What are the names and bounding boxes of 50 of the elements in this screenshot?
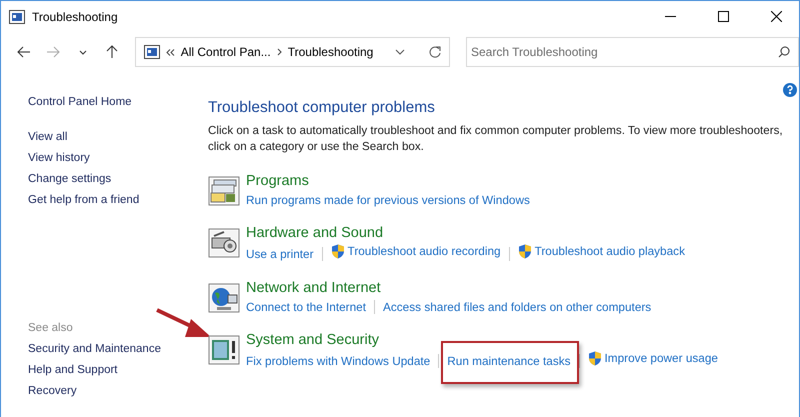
sidebar-link[interactable]: View history xyxy=(28,148,90,169)
sidebar-link[interactable]: Control Panel Home xyxy=(28,92,132,113)
see-also-link[interactable]: Recovery xyxy=(28,381,77,402)
dropdown-icon[interactable] xyxy=(78,50,87,54)
control-panel-icon xyxy=(9,10,25,24)
task-link[interactable]: Connect to the Internet xyxy=(246,299,366,316)
category-link[interactable]: Network and Internet xyxy=(246,280,381,296)
refresh-icon[interactable] xyxy=(428,46,441,58)
window-title: Troubleshooting xyxy=(32,10,119,24)
maximize-icon[interactable] xyxy=(718,11,728,22)
speaker-printer-icon xyxy=(208,228,240,258)
breadcrumb-item[interactable]: All Control Pan... xyxy=(180,45,271,59)
category-link[interactable]: Programs xyxy=(246,173,309,189)
sidebar-link[interactable]: Change settings xyxy=(28,169,112,190)
breadcrumb-item[interactable]: Troubleshooting xyxy=(288,45,374,59)
page-heading: Troubleshoot computer problems xyxy=(208,99,436,117)
globe-network-icon xyxy=(208,283,240,313)
system-icon xyxy=(208,335,240,365)
task-link[interactable]: Troubleshoot audio recording xyxy=(330,243,501,260)
close-icon[interactable] xyxy=(770,11,782,22)
back-arrow-icon[interactable] xyxy=(16,46,31,58)
minimize-icon[interactable] xyxy=(664,16,676,17)
search-icon[interactable] xyxy=(778,46,790,58)
programs-icon xyxy=(208,176,240,206)
shield-icon xyxy=(518,244,532,259)
page-description: Click on a task to automatically troubleshoot and fix common computer problems. To view more troubleshooters, click on a category or use the Search box. xyxy=(208,123,784,155)
category-link[interactable]: System and Security xyxy=(246,332,379,348)
help-icon[interactable] xyxy=(783,83,797,97)
shield-icon xyxy=(588,351,602,366)
sidebar-link[interactable]: View all xyxy=(28,127,68,148)
address-bar[interactable]: All Control Pan... Troubleshooting xyxy=(134,37,450,67)
see-also-heading: See also xyxy=(28,321,73,336)
see-also-link[interactable]: Help and Support xyxy=(28,360,118,381)
see-also-link[interactable]: Security and Maintenance xyxy=(28,339,161,360)
separator-icon xyxy=(276,48,282,56)
address-icon xyxy=(144,45,160,59)
task-link[interactable]: Access shared files and folders on other computers xyxy=(383,299,652,316)
dropdown-icon[interactable] xyxy=(394,49,405,55)
shield-icon xyxy=(330,244,345,259)
task-link[interactable]: Use a printer xyxy=(246,246,314,262)
task-link[interactable]: Improve power usage xyxy=(588,350,718,367)
up-arrow-icon[interactable] xyxy=(106,45,118,59)
chevron-icon xyxy=(166,48,175,56)
category-link[interactable]: Hardware and Sound xyxy=(246,225,384,241)
task-link[interactable]: Troubleshoot audio playback xyxy=(518,243,685,260)
task-link[interactable]: Fix problems with Windows Update xyxy=(246,352,430,370)
search-field[interactable]: Search Troubleshooting xyxy=(466,37,799,67)
sidebar-link[interactable]: Get help from a friend xyxy=(28,190,140,211)
task-link[interactable]: Run programs made for previous versions of Windows xyxy=(246,192,530,209)
task-link[interactable]: Run maintenance tasks xyxy=(441,340,579,384)
